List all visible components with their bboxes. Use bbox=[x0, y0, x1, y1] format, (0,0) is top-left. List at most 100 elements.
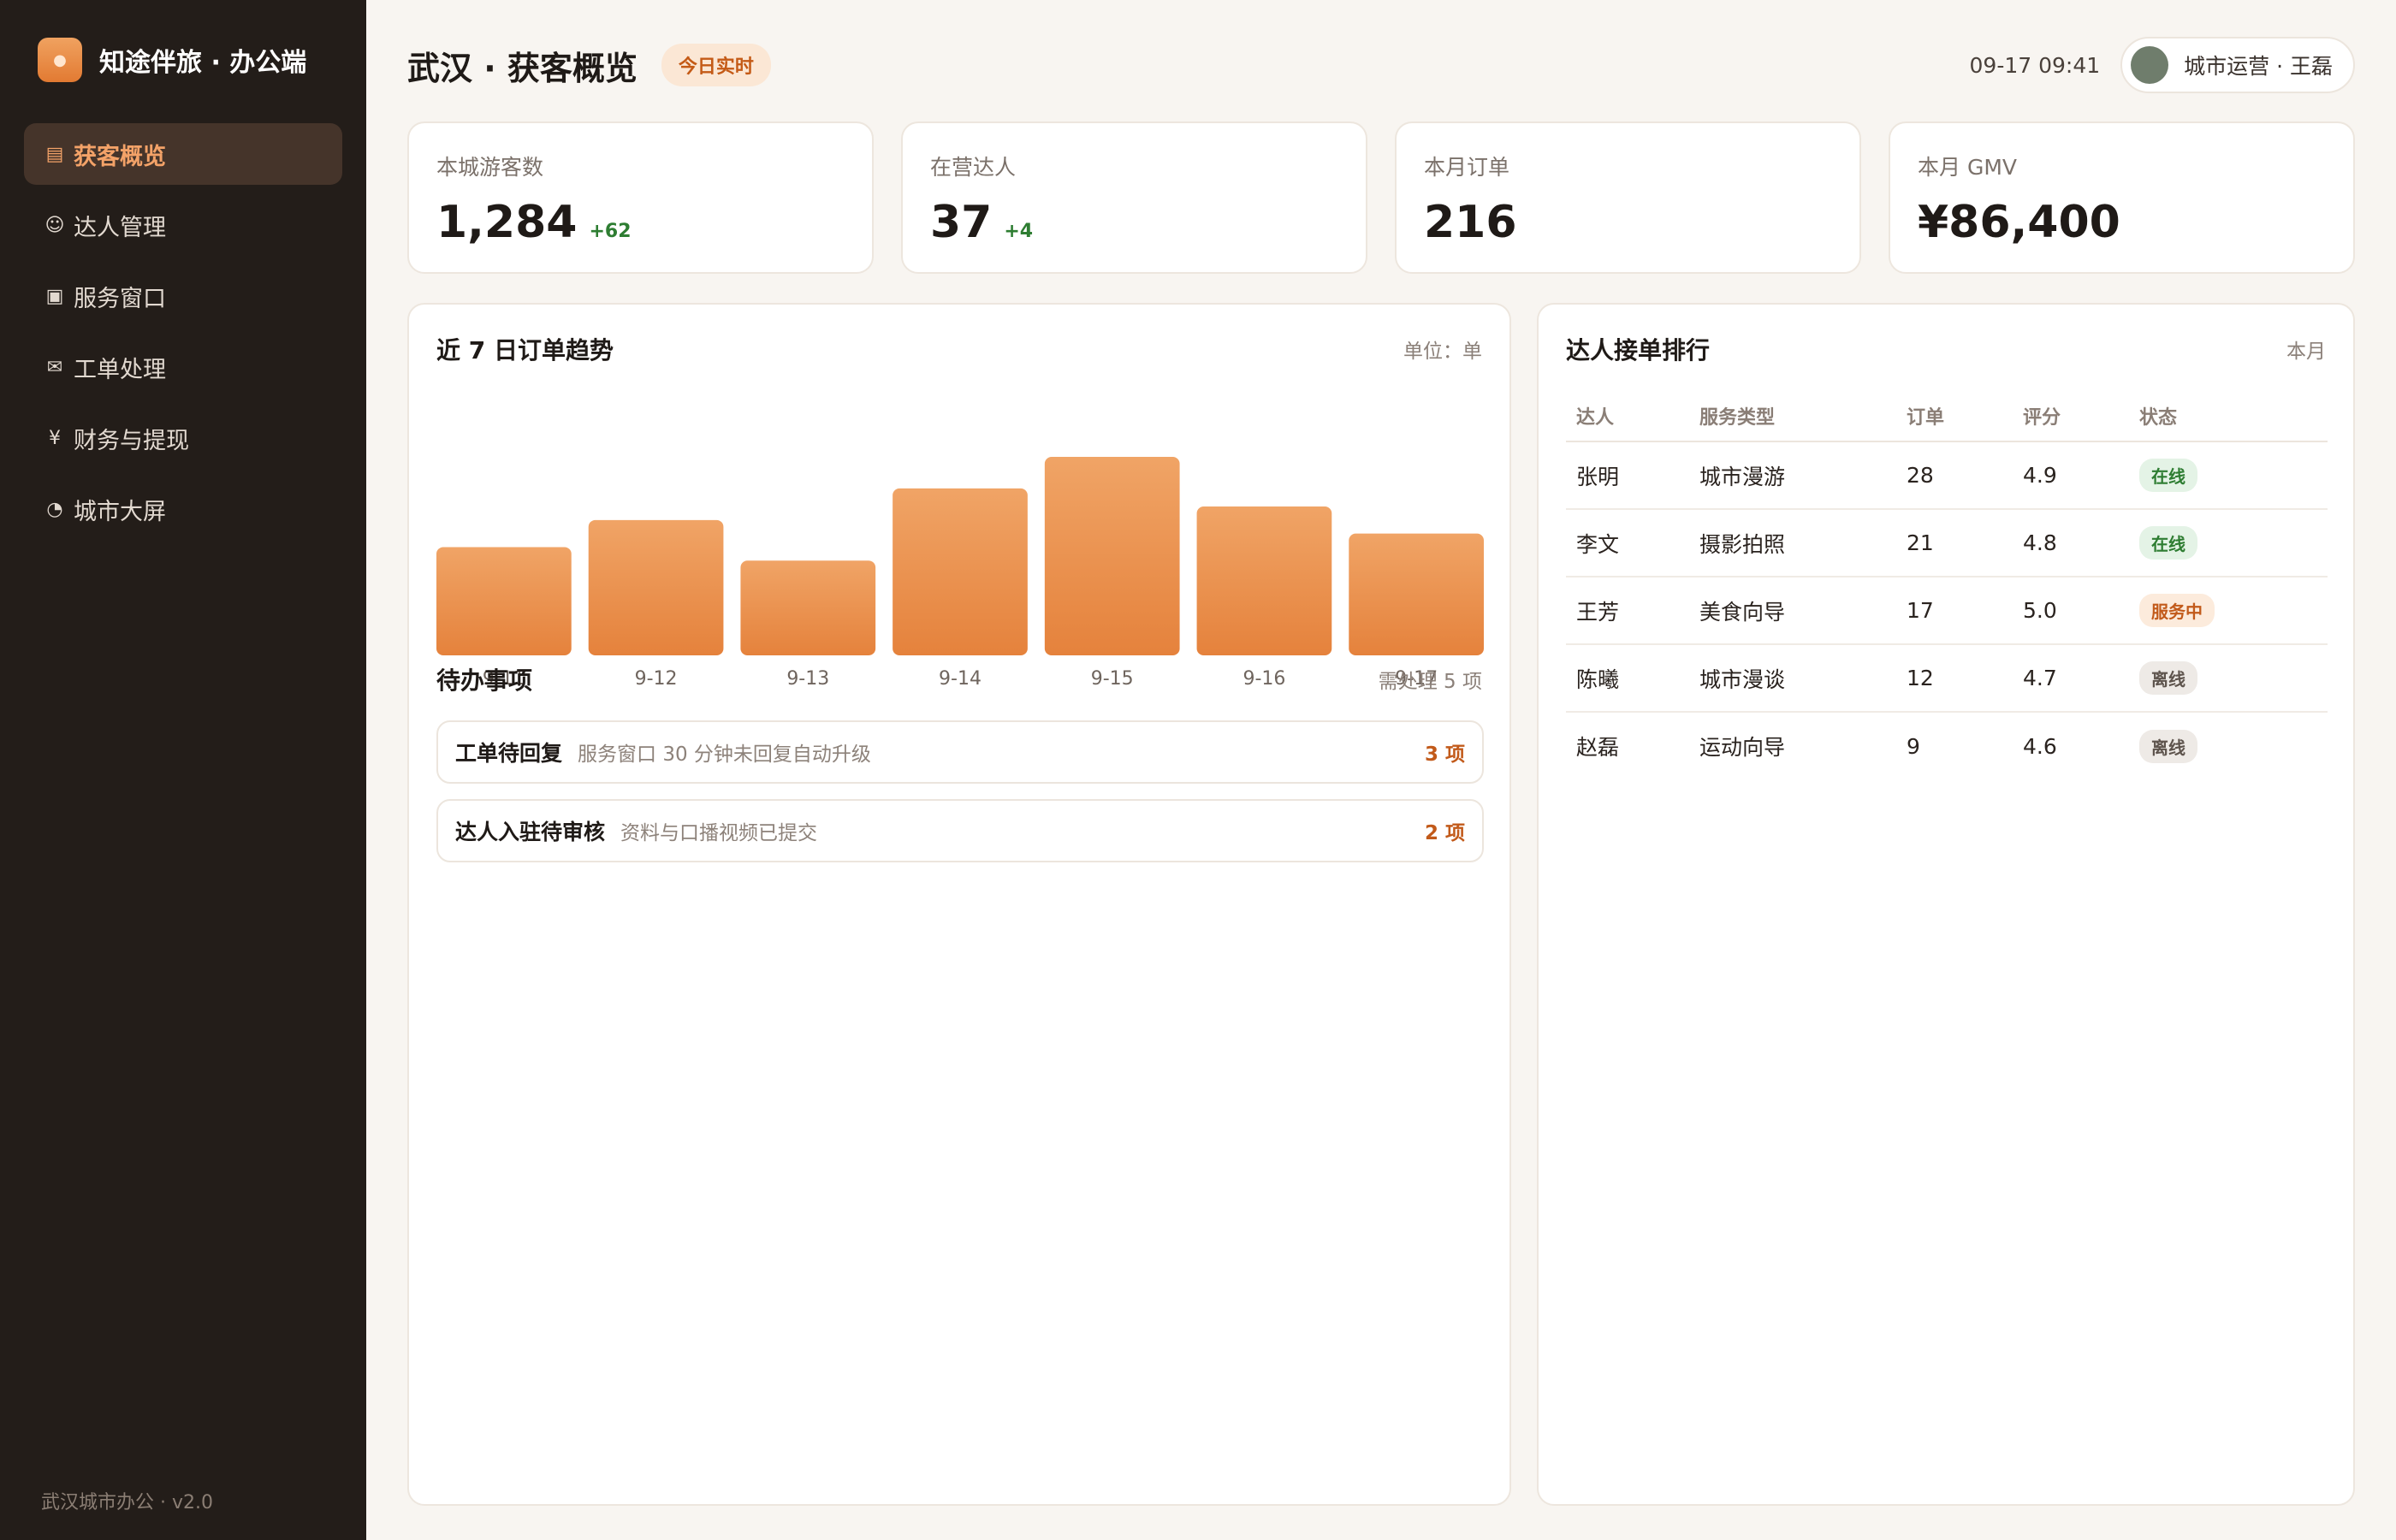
sidebar-item-service-window[interactable]: ▣ 服务窗口 bbox=[24, 265, 342, 327]
kpi-label: 本城游客数 bbox=[436, 155, 544, 180]
sidebar-item-overview[interactable]: ▤ 获客概览 bbox=[24, 123, 342, 185]
service-type: 摄影拍照 bbox=[1689, 509, 1896, 578]
rating: 4.9 bbox=[2013, 441, 2129, 510]
kpi-label: 本月订单 bbox=[1424, 155, 1510, 180]
sidebar-item-tickets[interactable]: ✉ 工单处理 bbox=[24, 336, 342, 398]
order-count: 28 bbox=[1896, 441, 2013, 510]
trend-panel: 近 7 日订单趋势 单位：单 9-11 9-12 9-13 9-14 9-15 9-16 9… bbox=[407, 303, 1511, 1506]
trend-header: 近 7 日订单趋势 单位：单 bbox=[436, 332, 1482, 366]
sidebar-nav: ▤ 获客概览 ☺ 达人管理 ▣ 服务窗口 ✉ 工单处理 ¥ 财务与提现 ◔ 城市… bbox=[24, 123, 342, 549]
todo-item[interactable]: 工单待回复 服务窗口 30 分钟未回复自动升级 3 项 bbox=[436, 720, 1484, 784]
rating: 4.8 bbox=[2013, 509, 2129, 578]
todo-item-count: 3 项 bbox=[1424, 743, 1465, 766]
avatar bbox=[2131, 46, 2169, 84]
bar-9-14 bbox=[893, 488, 1028, 655]
creator-name: 赵磊 bbox=[1576, 735, 1620, 760]
ranking-period: 本月 bbox=[2286, 341, 2326, 363]
service-type: 美食向导 bbox=[1689, 577, 1896, 645]
sidebar-item-finance[interactable]: ¥ 财务与提现 bbox=[24, 407, 342, 469]
bar-9-12 bbox=[588, 519, 724, 655]
service-type: 城市漫谈 bbox=[1689, 644, 1896, 713]
bar-9-17 bbox=[1349, 533, 1484, 655]
topbar: 武汉 · 获客概览 今日实时 09-17 09:41 城市运营 · 王磊 bbox=[407, 37, 2355, 93]
todo-list: 工单待回复 服务窗口 30 分钟未回复自动升级 3 项 达人入驻待审核 资料与口… bbox=[436, 720, 1484, 878]
todo-title: 待办事项 bbox=[436, 666, 533, 695]
status-badge: 离线 bbox=[2139, 661, 2197, 695]
todo-summary: 需处理 5 项 bbox=[1378, 671, 1482, 693]
kpi-label: 在营达人 bbox=[930, 155, 1017, 180]
window-icon: ▣ bbox=[45, 285, 64, 307]
trend-title: 近 7 日订单趋势 bbox=[436, 336, 614, 364]
bar-chart: 9-11 9-12 9-13 9-14 9-15 9-16 9-17 bbox=[436, 457, 1484, 690]
version-label: 武汉城市办公 · v2.0 bbox=[41, 1492, 213, 1513]
todo-item-title: 工单待回复 bbox=[455, 741, 563, 766]
kpi-delta: +4 bbox=[1004, 221, 1034, 242]
kpi-card-gmv: 本月 GMV ¥86,400 bbox=[1889, 121, 2355, 274]
kpi-card-orders: 本月订单 216 bbox=[1395, 121, 1861, 274]
list-icon: ▤ bbox=[45, 143, 64, 165]
ranking-panel: 达人接单排行 本月 达人 服务类型 订单 评分 状态 张明 城市漫游 28 4.… bbox=[1537, 303, 2355, 1506]
kpi-value: 216 bbox=[1424, 197, 1517, 248]
sidebar-item-label: 城市大屏 bbox=[74, 498, 166, 525]
status-badge: 服务中 bbox=[2139, 594, 2215, 627]
user-name: 城市运营 · 王磊 bbox=[2184, 54, 2333, 79]
ranking-title: 达人接单排行 bbox=[1566, 336, 1711, 364]
bar-9-15 bbox=[1044, 457, 1180, 655]
status-badge: 离线 bbox=[2139, 729, 2197, 763]
mail-icon: ✉ bbox=[46, 356, 63, 378]
status-badge: 在线 bbox=[2139, 526, 2197, 560]
page-title: 武汉 · 获客概览 bbox=[407, 49, 638, 87]
column-header: 达人 bbox=[1566, 390, 1689, 442]
rating: 4.7 bbox=[2013, 644, 2129, 713]
todo-item-desc: 服务窗口 30 分钟未回复自动升级 bbox=[578, 743, 871, 766]
order-count: 12 bbox=[1896, 644, 2013, 713]
todo-header: 待办事项 需处理 5 项 bbox=[436, 662, 1482, 696]
table-row[interactable]: 赵磊 运动向导 9 4.6 离线 bbox=[1566, 712, 2328, 779]
todo-item-count: 2 项 bbox=[1424, 822, 1465, 844]
ranking-table: 达人 服务类型 订单 评分 状态 张明 城市漫游 28 4.9 在线 李文 摄影 bbox=[1566, 390, 2328, 779]
todo-item-desc: 资料与口播视频已提交 bbox=[620, 822, 818, 844]
sidebar-item-label: 达人管理 bbox=[74, 214, 166, 241]
order-count: 9 bbox=[1907, 733, 1920, 759]
rating: 4.6 bbox=[2023, 733, 2057, 759]
column-header: 评分 bbox=[2013, 390, 2129, 442]
kpi-value: 1,284 bbox=[436, 197, 578, 248]
user-menu[interactable]: 城市运营 · 王磊 bbox=[2120, 37, 2355, 93]
yen-icon: ¥ bbox=[49, 427, 61, 449]
topbar-right: 09-17 09:41 城市运营 · 王磊 bbox=[1970, 37, 2355, 93]
creator-name: 李文 bbox=[1566, 509, 1689, 578]
rating: 5.0 bbox=[2013, 577, 2129, 645]
live-badge: 今日实时 bbox=[661, 44, 771, 86]
bar-9-11 bbox=[436, 547, 572, 655]
main: 武汉 · 获客概览 今日实时 09-17 09:41 城市运营 · 王磊 本城游… bbox=[366, 0, 2396, 1540]
sidebar-item-city-screen[interactable]: ◔ 城市大屏 bbox=[24, 478, 342, 540]
service-type: 城市漫游 bbox=[1689, 441, 1896, 510]
sidebar-item-label: 工单处理 bbox=[74, 356, 166, 383]
kpi-value: ¥86,400 bbox=[1918, 197, 2120, 248]
table-row[interactable]: 王芳 美食向导 17 5.0 服务中 bbox=[1566, 577, 2328, 645]
sidebar-item-label: 获客概览 bbox=[74, 143, 166, 170]
order-count: 17 bbox=[1896, 577, 2013, 645]
table-row[interactable]: 李文 摄影拍照 21 4.8 在线 bbox=[1566, 509, 2328, 578]
table-row[interactable]: 陈曦 城市漫谈 12 4.7 离线 bbox=[1566, 644, 2328, 713]
kpi-card-visitors: 本城游客数 1,284 +62 bbox=[407, 121, 874, 274]
creator-name: 陈曦 bbox=[1566, 644, 1689, 713]
column-header: 服务类型 bbox=[1689, 390, 1896, 442]
column-header: 订单 bbox=[1896, 390, 2013, 442]
status-badge: 在线 bbox=[2139, 459, 2197, 492]
current-time: 09-17 09:41 bbox=[1969, 52, 2101, 78]
table-header-row: 达人 服务类型 订单 评分 状态 bbox=[1566, 390, 2328, 442]
todo-item[interactable]: 达人入驻待审核 资料与口播视频已提交 2 项 bbox=[436, 799, 1484, 862]
sidebar-item-creators[interactable]: ☺ 达人管理 bbox=[24, 194, 342, 256]
bar-9-16 bbox=[1196, 506, 1332, 655]
service-type: 运动向导 bbox=[1699, 735, 1786, 760]
column-header: 状态 bbox=[2129, 390, 2328, 442]
smile-icon: ☺ bbox=[44, 214, 65, 236]
brand[interactable]: ● 知途伴旅 · 办公端 bbox=[38, 38, 306, 82]
kpi-card-creators: 在营达人 37 +4 bbox=[901, 121, 1367, 274]
order-count: 21 bbox=[1896, 509, 2013, 578]
kpi-label: 本月 GMV bbox=[1918, 155, 2017, 180]
table-row[interactable]: 张明 城市漫游 28 4.9 在线 bbox=[1566, 441, 2328, 510]
kpi-row: 本城游客数 1,284 +62 在营达人 37 +4 本月订单 216 本月 G… bbox=[407, 121, 2355, 274]
order-trend-chart: 9-11 9-12 9-13 9-14 9-15 9-16 9-17 bbox=[436, 399, 1484, 695]
